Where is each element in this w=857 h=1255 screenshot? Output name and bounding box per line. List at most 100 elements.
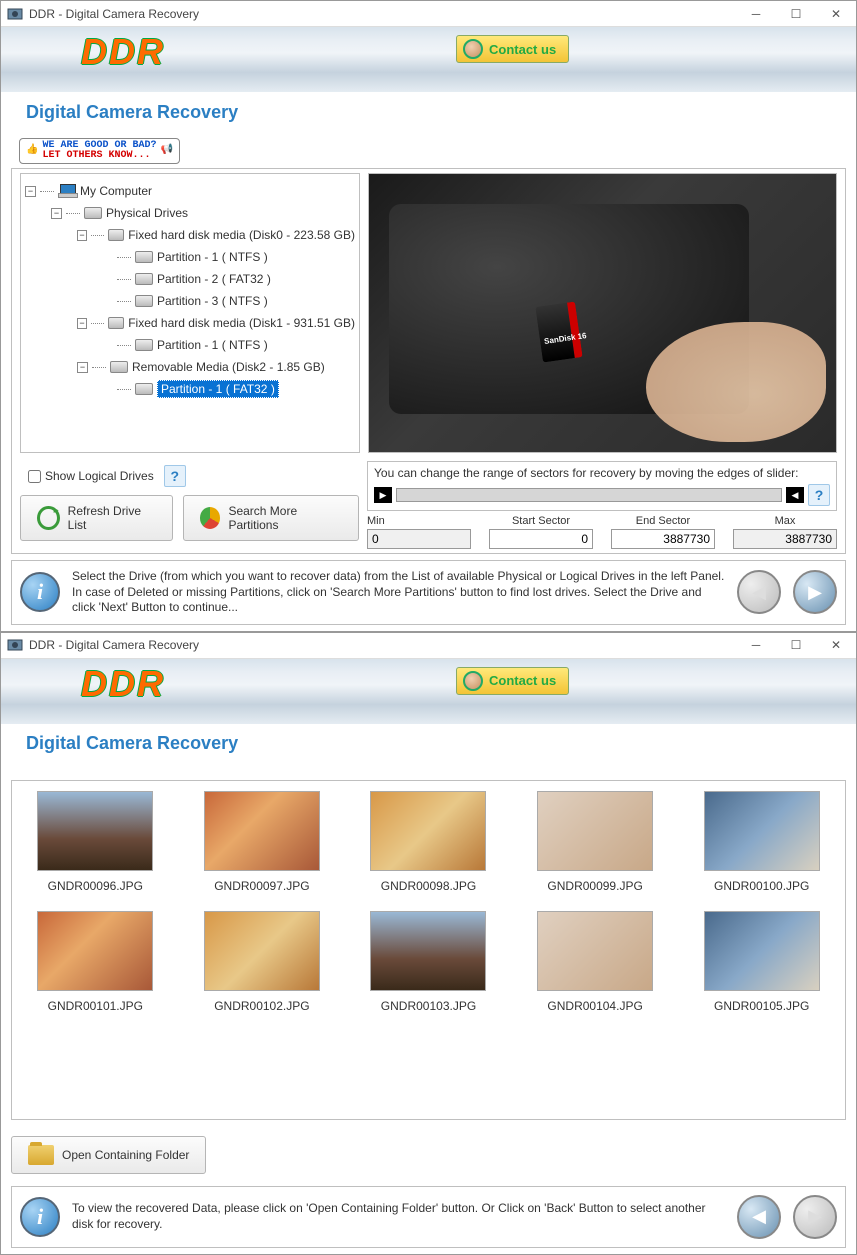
file-thumb[interactable]: GNDR00101.JPG: [22, 911, 169, 1013]
brand-header: DDR Contact us: [1, 27, 856, 92]
drive-icon: [110, 361, 128, 373]
window-title: DDR - Digital Camera Recovery: [29, 7, 199, 21]
tree-disk2-label[interactable]: Removable Media (Disk2 - 1.85 GB): [132, 360, 325, 374]
slider-label: You can change the range of sectors for …: [374, 466, 830, 480]
preview-image: SanDisk 16: [368, 173, 837, 453]
tree-disk1-label[interactable]: Fixed hard disk media (Disk1 - 931.51 GB…: [128, 316, 355, 330]
thumbnail-image: [370, 791, 486, 871]
tree-root-label[interactable]: My Computer: [80, 184, 152, 198]
file-thumb[interactable]: GNDR00104.JPG: [522, 911, 669, 1013]
tree-physical-label[interactable]: Physical Drives: [106, 206, 188, 220]
start-sector-input[interactable]: [489, 529, 593, 549]
folder-icon: [28, 1145, 54, 1165]
minimize-button[interactable]: ─: [736, 632, 776, 658]
thumbnail-image: [204, 911, 320, 991]
max-input: [733, 529, 837, 549]
end-sector-input[interactable]: [611, 529, 715, 549]
chart-icon: [200, 507, 220, 529]
tree-collapse-icon[interactable]: −: [51, 208, 62, 219]
file-thumb[interactable]: GNDR00100.JPG: [688, 791, 835, 893]
next-button[interactable]: ▶: [793, 1195, 837, 1239]
feedback-banner[interactable]: 👍 WE ARE GOOD OR BAD? LET OTHERS KNOW...…: [19, 138, 180, 164]
close-button[interactable]: ✕: [816, 632, 856, 658]
maximize-button[interactable]: ☐: [776, 1, 816, 27]
drive-icon: [108, 317, 124, 329]
computer-icon: [58, 184, 76, 198]
partition-icon: [135, 251, 153, 263]
tree-collapse-icon[interactable]: −: [77, 230, 87, 241]
minimize-button[interactable]: ─: [736, 1, 776, 27]
window-title: DDR - Digital Camera Recovery: [29, 638, 199, 652]
file-thumb[interactable]: GNDR00103.JPG: [355, 911, 502, 1013]
tree-collapse-icon[interactable]: −: [77, 318, 87, 329]
thumbnail-image: [537, 791, 653, 871]
close-button[interactable]: ✕: [816, 1, 856, 27]
file-thumb[interactable]: GNDR00102.JPG: [189, 911, 336, 1013]
thumbs-up-icon: 👍: [26, 146, 38, 156]
announce-icon: 📢: [160, 146, 172, 156]
start-sector-label: Start Sector: [489, 515, 593, 527]
slider-left-handle[interactable]: ▶: [374, 487, 392, 503]
tree-d2p1-label[interactable]: Partition - 1 ( FAT32 ): [157, 380, 279, 398]
partition-icon: [135, 383, 153, 395]
recovered-files-grid[interactable]: GNDR00096.JPG GNDR00097.JPG GNDR00098.JP…: [11, 780, 846, 1120]
drive-tree[interactable]: − My Computer − Physical Drives − Fixed har…: [20, 173, 360, 453]
info-text: Select the Drive (from which you want to…: [72, 569, 725, 616]
tree-d0p2-label[interactable]: Partition - 2 ( FAT32 ): [157, 272, 271, 286]
refresh-icon: [37, 506, 60, 530]
show-logical-checkbox[interactable]: Show Logical Drives: [28, 469, 154, 483]
brand-logo: DDR: [81, 31, 165, 73]
drive-icon: [84, 207, 102, 219]
partition-icon: [135, 273, 153, 285]
min-label: Min: [367, 515, 471, 527]
thumbnail-image: [704, 911, 820, 991]
tree-disk0-label[interactable]: Fixed hard disk media (Disk0 - 223.58 GB…: [128, 228, 355, 242]
partition-icon: [135, 339, 153, 351]
back-button[interactable]: ◀: [737, 1195, 781, 1239]
brand-logo: DDR: [81, 663, 165, 705]
brand-header: DDR Contact us: [1, 659, 856, 724]
maximize-button[interactable]: ☐: [776, 632, 816, 658]
help-button[interactable]: ?: [164, 465, 186, 487]
app-icon: [7, 637, 23, 653]
window-1: DDR - Digital Camera Recovery ─ ☐ ✕ DDR …: [0, 0, 857, 632]
titlebar: DDR - Digital Camera Recovery ─ ☐ ✕: [1, 633, 856, 659]
subtitle: Digital Camera Recovery: [1, 92, 856, 132]
contact-us-button[interactable]: Contact us: [456, 667, 569, 695]
slider-help-button[interactable]: ?: [808, 484, 830, 506]
next-button[interactable]: ▶: [793, 570, 837, 614]
max-label: Max: [733, 515, 837, 527]
partition-icon: [135, 295, 153, 307]
window-2: DDR - Digital Camera Recovery ─ ☐ ✕ DDR …: [0, 632, 857, 1255]
file-thumb[interactable]: GNDR00097.JPG: [189, 791, 336, 893]
tree-d1p1-label[interactable]: Partition - 1 ( NTFS ): [157, 338, 268, 352]
slider-right-handle[interactable]: ◀: [786, 487, 804, 503]
file-thumb[interactable]: GNDR00096.JPG: [22, 791, 169, 893]
file-thumb[interactable]: GNDR00098.JPG: [355, 791, 502, 893]
info-bar: i To view the recovered Data, please cli…: [11, 1186, 846, 1248]
contact-us-button[interactable]: Contact us: [456, 35, 569, 63]
search-more-partitions-button[interactable]: Search More Partitions: [183, 495, 359, 541]
contact-us-label: Contact us: [489, 42, 556, 57]
open-containing-folder-button[interactable]: Open Containing Folder: [11, 1136, 206, 1174]
file-thumb[interactable]: GNDR00105.JPG: [688, 911, 835, 1013]
thumbnail-image: [704, 791, 820, 871]
refresh-drive-list-button[interactable]: Refresh Drive List: [20, 495, 173, 541]
thumbnail-image: [37, 791, 153, 871]
thumbnail-image: [37, 911, 153, 991]
info-icon: i: [20, 572, 60, 612]
back-button[interactable]: ◀: [737, 570, 781, 614]
thumbnail-image: [204, 791, 320, 871]
tree-d0p1-label[interactable]: Partition - 1 ( NTFS ): [157, 250, 268, 264]
thumbnail-image: [537, 911, 653, 991]
sector-slider[interactable]: [396, 488, 782, 502]
tree-collapse-icon[interactable]: −: [77, 362, 88, 373]
tree-collapse-icon[interactable]: −: [25, 186, 36, 197]
subtitle: Digital Camera Recovery: [1, 724, 856, 764]
tree-d0p3-label[interactable]: Partition - 3 ( NTFS ): [157, 294, 268, 308]
min-input: [367, 529, 471, 549]
file-thumb[interactable]: GNDR00099.JPG: [522, 791, 669, 893]
end-sector-label: End Sector: [611, 515, 715, 527]
contact-us-label: Contact us: [489, 673, 556, 688]
thumbnail-image: [370, 911, 486, 991]
